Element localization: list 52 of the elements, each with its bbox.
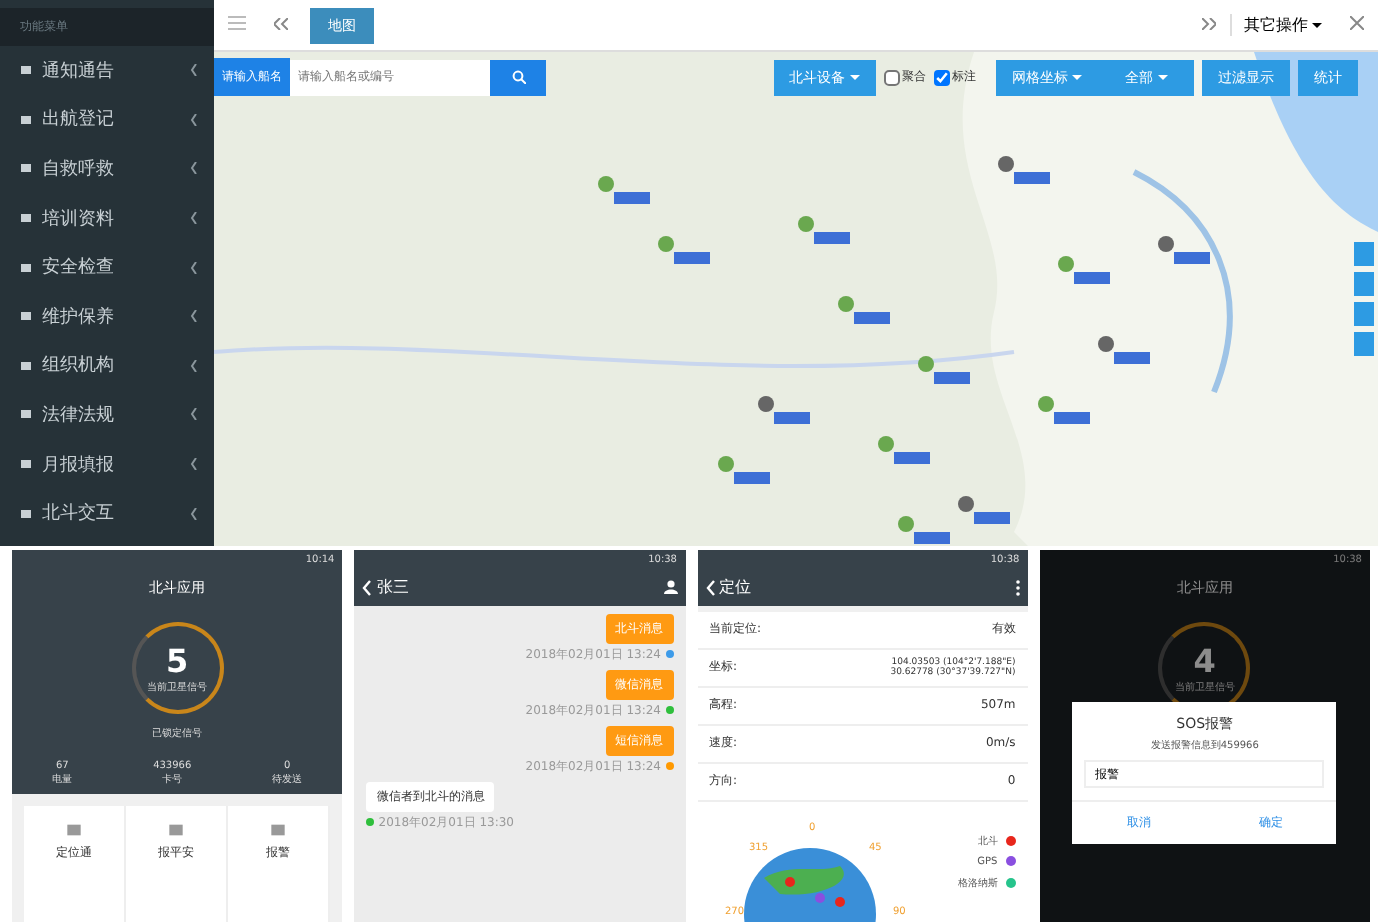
sidebar-item[interactable]: 安全检查 xyxy=(0,242,214,292)
chevron-left-icon xyxy=(190,113,198,126)
chat-title: 张三 xyxy=(376,576,409,599)
sidebar-item[interactable]: 法律法规 xyxy=(0,390,214,440)
sidebar-item[interactable]: 月报填报 xyxy=(0,439,214,489)
chevron-left-icon xyxy=(190,64,198,77)
caret-icon xyxy=(1157,71,1168,81)
menu-item-icon xyxy=(20,408,32,421)
sidebar-item[interactable]: 维护保养 xyxy=(0,291,214,342)
caret-icon xyxy=(1072,71,1082,81)
sidebar-item[interactable]: 出航登记 xyxy=(0,95,214,145)
double-chevron-right-icon[interactable] xyxy=(1201,17,1215,29)
page-title: 定位 xyxy=(719,576,751,599)
chevron-left-icon xyxy=(190,261,198,274)
chevron-left-icon xyxy=(190,359,198,372)
feature-icon xyxy=(66,821,83,838)
feature-icon xyxy=(168,821,185,838)
satellite-count: 4 xyxy=(1193,641,1216,680)
caret-icon xyxy=(1312,20,1322,30)
sidebar-item[interactable]: 通知通告 xyxy=(0,46,214,96)
search-icon xyxy=(511,70,525,84)
menu-item-icon xyxy=(20,359,32,372)
menu-icon[interactable] xyxy=(227,15,245,29)
menu-item-icon xyxy=(20,64,32,77)
more-icon[interactable] xyxy=(1015,579,1020,596)
menu-item-icon xyxy=(20,261,32,274)
feature-icon xyxy=(270,821,287,838)
search-button[interactable] xyxy=(490,59,546,95)
back-icon[interactable] xyxy=(705,579,715,596)
back-icon[interactable] xyxy=(362,579,373,596)
sidebar-item[interactable]: 自救呼救 xyxy=(0,144,214,194)
menu-item-icon xyxy=(20,113,32,126)
double-chevron-left-icon[interactable] xyxy=(273,17,287,29)
menu-item-icon xyxy=(20,212,32,225)
chevron-left-icon xyxy=(190,507,198,520)
sidebar-item[interactable]: 北斗交互 xyxy=(0,488,214,538)
menu-item-icon xyxy=(20,507,32,520)
chevron-left-icon xyxy=(190,408,198,421)
sidebar-item[interactable]: 培训资料 xyxy=(0,193,214,243)
menu-item-icon xyxy=(20,458,32,471)
sidebar-item[interactable]: 组织机构 xyxy=(0,341,214,391)
chevron-left-icon xyxy=(190,162,198,175)
person-icon[interactable] xyxy=(663,580,677,595)
chevron-left-icon xyxy=(190,310,198,323)
caret-icon xyxy=(849,71,860,81)
more-menu[interactable]: 其它操作 xyxy=(1230,14,1334,36)
close-icon[interactable] xyxy=(1349,15,1363,29)
chevron-left-icon xyxy=(190,458,198,471)
menu-item-icon xyxy=(20,310,32,323)
chevron-left-icon xyxy=(190,212,198,225)
satellite-count: 5 xyxy=(166,641,189,680)
menu-item-icon xyxy=(20,162,32,175)
